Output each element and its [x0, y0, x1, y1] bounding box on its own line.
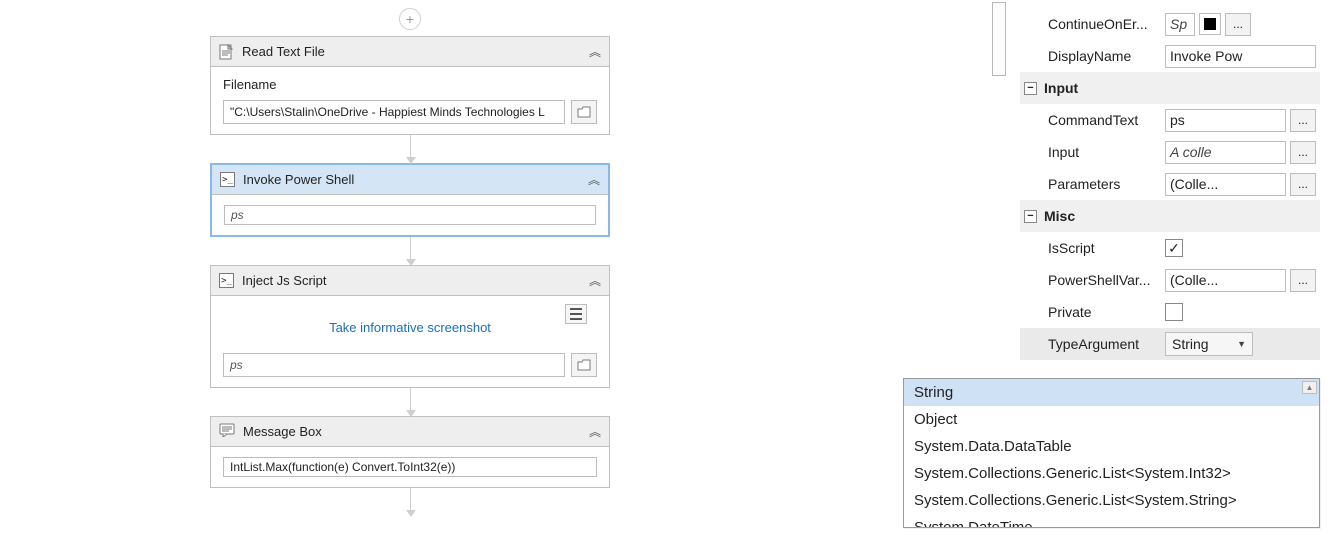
- take-screenshot-link[interactable]: Take informative screenshot: [223, 320, 597, 335]
- collapse-icon[interactable]: ︽: [589, 423, 601, 440]
- section-misc[interactable]: −Misc: [1020, 200, 1320, 232]
- prop-type-argument: TypeArgument String ▼: [1020, 328, 1320, 360]
- dropdown-item[interactable]: System.Collections.Generic.List<System.S…: [904, 487, 1319, 514]
- dropdown-list: String Object System.Data.DataTable Syst…: [904, 379, 1319, 527]
- connector-arrow: [410, 237, 411, 265]
- prop-display-name: DisplayName Invoke Pow: [1020, 40, 1320, 72]
- edit-expression-button[interactable]: ...: [1225, 13, 1251, 36]
- prop-label: PowerShellVar...: [1020, 264, 1165, 296]
- prop-is-script: IsScript ✓: [1020, 232, 1320, 264]
- scrollbar[interactable]: [988, 0, 1010, 80]
- is-script-checkbox[interactable]: ✓: [1165, 239, 1183, 257]
- powershell-var-input[interactable]: (Colle...: [1165, 269, 1286, 292]
- js-input[interactable]: ps: [223, 353, 565, 377]
- edit-expression-button[interactable]: ...: [1290, 173, 1316, 196]
- activity-read-text-file[interactable]: Read Text File ︽ Filename "C:\Users\Stal…: [210, 36, 610, 135]
- connector-arrow: [410, 488, 411, 516]
- type-argument-select[interactable]: String ▼: [1165, 332, 1253, 356]
- activity-inject-js-script[interactable]: >_ Inject Js Script ︽ Take informative s…: [210, 265, 610, 388]
- designer-canvas[interactable]: + Read Text File ︽ Filename "C:\Users\St…: [0, 0, 920, 543]
- prop-label: CommandText: [1020, 104, 1165, 136]
- activity-title: Read Text File: [242, 44, 581, 59]
- connector-arrow: [410, 135, 411, 163]
- command-text-input[interactable]: ps: [1165, 109, 1286, 132]
- dropdown-item[interactable]: System.Collections.Generic.List<System.I…: [904, 460, 1319, 487]
- folder-icon: [577, 359, 591, 371]
- prop-input: Input A colle ...: [1020, 136, 1320, 168]
- terminal-icon: >_: [219, 273, 234, 288]
- parameters-input[interactable]: (Colle...: [1165, 173, 1286, 196]
- browse-button[interactable]: [571, 353, 597, 377]
- connector-arrow: [410, 388, 411, 416]
- collapse-icon[interactable]: ︽: [588, 171, 600, 188]
- section-input[interactable]: −Input: [1020, 72, 1320, 104]
- prop-label: ContinueOnEr...: [1020, 8, 1165, 40]
- filename-label: Filename: [223, 77, 597, 92]
- activity-message-box[interactable]: Message Box ︽ IntList.Max(function(e) Co…: [210, 416, 610, 488]
- folder-icon: [577, 106, 591, 118]
- activity-title: Inject Js Script: [242, 273, 581, 288]
- powershell-input[interactable]: ps: [224, 205, 596, 225]
- private-checkbox[interactable]: [1165, 303, 1183, 321]
- scroll-up-button[interactable]: ▲: [1302, 381, 1317, 394]
- powershell-icon: >_: [220, 172, 235, 187]
- document-icon: [219, 44, 234, 60]
- activity-header[interactable]: >_ Inject Js Script ︽: [211, 266, 609, 296]
- activity-header[interactable]: Message Box ︽: [211, 417, 609, 447]
- collapse-icon[interactable]: −: [1024, 82, 1037, 95]
- scrollbar-thumb[interactable]: [992, 2, 1006, 76]
- prop-label: IsScript: [1020, 232, 1165, 264]
- dropdown-item[interactable]: System.Data.DataTable: [904, 433, 1319, 460]
- messagebox-input[interactable]: IntList.Max(function(e) Convert.ToInt32(…: [223, 457, 597, 477]
- continue-on-error-input[interactable]: Sp: [1165, 13, 1195, 36]
- activity-invoke-power-shell[interactable]: >_ Invoke Power Shell ︽ ps: [210, 163, 610, 237]
- display-name-input[interactable]: Invoke Pow: [1165, 45, 1316, 68]
- prop-label: Parameters: [1020, 168, 1165, 200]
- options-menu-button[interactable]: [565, 304, 587, 324]
- activity-title: Invoke Power Shell: [243, 172, 580, 187]
- continue-on-error-state[interactable]: [1199, 13, 1221, 35]
- edit-expression-button[interactable]: ...: [1290, 269, 1316, 292]
- prop-private: Private: [1020, 296, 1320, 328]
- type-argument-dropdown: ▲ String Object System.Data.DataTable Sy…: [903, 378, 1320, 528]
- prop-powershell-var: PowerShellVar... (Colle... ...: [1020, 264, 1320, 296]
- add-activity-button[interactable]: +: [399, 8, 421, 30]
- activity-title: Message Box: [243, 424, 581, 439]
- dropdown-item[interactable]: String: [904, 379, 1319, 406]
- collapse-icon[interactable]: ︽: [589, 43, 601, 60]
- properties-panel: ContinueOnEr... Sp ... DisplayName Invok…: [1020, 0, 1320, 360]
- edit-expression-button[interactable]: ...: [1290, 141, 1316, 164]
- prop-label: Input: [1020, 136, 1165, 168]
- message-icon: [219, 423, 235, 440]
- collapse-icon[interactable]: ︽: [589, 272, 601, 289]
- prop-label: TypeArgument: [1020, 328, 1165, 360]
- prop-label: DisplayName: [1020, 40, 1165, 72]
- prop-command-text: CommandText ps ...: [1020, 104, 1320, 136]
- activity-header[interactable]: >_ Invoke Power Shell ︽: [212, 165, 608, 195]
- dropdown-item[interactable]: System.DateTime: [904, 514, 1319, 527]
- prop-continue-on-error: ContinueOnEr... Sp ...: [1020, 8, 1320, 40]
- collapse-icon[interactable]: −: [1024, 210, 1037, 223]
- activity-header[interactable]: Read Text File ︽: [211, 37, 609, 67]
- prop-label: Private: [1020, 296, 1165, 328]
- input-field[interactable]: A colle: [1165, 141, 1286, 164]
- browse-button[interactable]: [571, 100, 597, 124]
- prop-parameters: Parameters (Colle... ...: [1020, 168, 1320, 200]
- filename-input[interactable]: "C:\Users\Stalin\OneDrive - Happiest Min…: [223, 100, 565, 124]
- edit-expression-button[interactable]: ...: [1290, 109, 1316, 132]
- chevron-down-icon: ▼: [1237, 339, 1246, 349]
- dropdown-item[interactable]: Object: [904, 406, 1319, 433]
